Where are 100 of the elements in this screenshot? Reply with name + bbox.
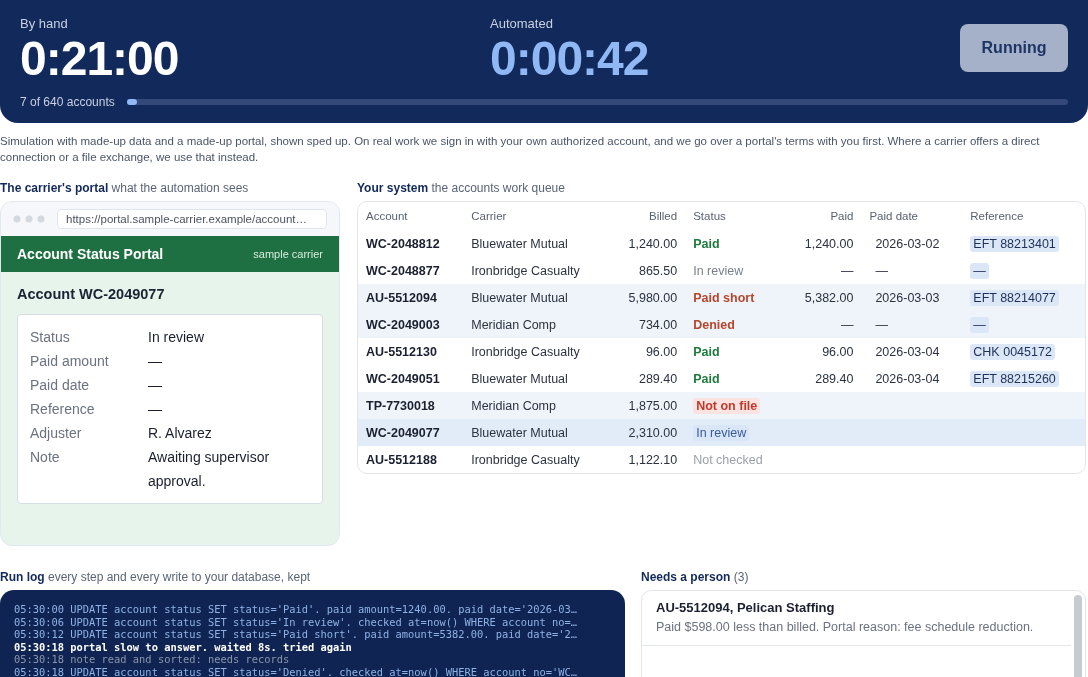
log-line: 05:30:12 UPDATE account status SET status='Paid short'. paid amount=5382.00. paid date='2… xyxy=(14,628,578,641)
field-value: Awaiting supervisor approval. xyxy=(148,448,271,491)
table-cell: 865.50 xyxy=(609,257,686,284)
reference-tag: — xyxy=(970,316,989,333)
progress-label: 7 of 640 accounts xyxy=(20,95,115,109)
status-text: Paid xyxy=(693,236,720,251)
table-cell: Ironbridge Casualty xyxy=(463,446,610,473)
table-row[interactable]: WC-2049077 Bluewater Mutual 2,310.00 In review xyxy=(358,419,1085,446)
table-row[interactable]: WC-2049051 Bluewater Mutual 289.40 Paid 289.40 2026-03-04 EFT 88215260 xyxy=(358,365,1085,392)
table-cell: — xyxy=(840,317,854,332)
table-row[interactable]: AU-5512188 Ironbridge Casualty 1,122.10 Not checked xyxy=(358,446,1085,473)
column-header: Billed xyxy=(648,209,679,224)
field-label: Paid amount xyxy=(30,352,110,371)
status-text: Paid xyxy=(693,371,720,386)
portal-title: Account Status Portal xyxy=(17,246,164,262)
table-cell: — xyxy=(840,263,854,278)
running-button[interactable]: Running xyxy=(960,24,1068,72)
table-cell: WC-2048877 xyxy=(358,257,464,284)
section-subtitle: every step and every write to your database, kept xyxy=(48,570,311,584)
column-header: Carrier xyxy=(470,209,508,224)
status-text: Paid short xyxy=(693,290,755,305)
log-line: 05:30:18 note read and sorted: needs records xyxy=(14,653,291,666)
timer-label: Automated xyxy=(490,16,554,31)
table-cell: 5,980.00 xyxy=(609,284,686,311)
field-label: Reference xyxy=(30,400,96,419)
field-value: — xyxy=(148,376,162,395)
field-value: — xyxy=(148,400,162,419)
account-heading: Account WC-2049077 xyxy=(17,286,166,302)
field-value: In review xyxy=(148,328,205,347)
table-cell-text: Bluewater Mutual xyxy=(470,235,569,253)
table-cell: 289.40 xyxy=(815,371,854,386)
status-text: Paid xyxy=(693,344,720,359)
table-cell: 289.40 xyxy=(609,365,686,392)
notice-text: Simulation with made-up data and a made-up portal, shown sped up. On real work we sign in with your own authorized account, and we go over a portal's terms with you first. Where a carrier offers a direct connection or a file exchange, we use that instead. xyxy=(0,134,1041,165)
table-row[interactable]: AU-5512094 Bluewater Mutual 5,980.00 Paid short 5,382.00 2026-03-03 EFT 88214077 xyxy=(358,284,1085,311)
table-cell: Bluewater Mutual xyxy=(463,419,610,446)
timer-label: By hand xyxy=(20,16,69,31)
reference-tag: CHK 0045172 xyxy=(970,343,1055,360)
table-cell: 734.00 xyxy=(609,311,686,338)
reference-tag: EFT 88215260 xyxy=(970,370,1059,387)
item-title: AU-5512094, Pelican Staffing xyxy=(656,600,836,615)
table-row[interactable]: AU-5512130 Ironbridge Casualty 96.00 Paid 96.00 2026-03-04 CHK 0045172 xyxy=(358,338,1085,365)
table-cell: 1,122.10 xyxy=(609,446,686,473)
field-label: Note xyxy=(30,448,61,467)
log-line: 05:30:00 UPDATE account status SET status='Paid'. paid amount=1240.00. paid date='2026-03… xyxy=(14,603,578,616)
log-line: 05:30:06 UPDATE account status SET status='In review'. checked at=now() WHERE account no=… xyxy=(14,615,578,629)
reference-tag: EFT 88213401 xyxy=(970,235,1059,252)
table-cell: Meridian Comp xyxy=(463,392,610,419)
table-row[interactable]: WC-2048877 Ironbridge Casualty 865.50 In review — — — xyxy=(358,257,1085,284)
column-header: Account xyxy=(365,209,409,224)
table-cell: Bluewater Mutual xyxy=(463,284,610,311)
table-cell-text: WC-2048812 xyxy=(365,235,441,253)
table-cell: 96.00 xyxy=(609,338,686,365)
table-row[interactable]: WC-2049003 Meridian Comp 734.00 Denied — — — xyxy=(358,311,1085,338)
column-header: Reference xyxy=(969,209,1025,224)
table-cell: 96.00 xyxy=(822,344,854,359)
log-line: 05:30:18 portal slow to answer. waited 8s. tried again xyxy=(14,640,353,654)
table-cell: 2026-03-04 xyxy=(875,344,940,359)
table-cell-text: 1,240.00 xyxy=(627,235,679,253)
reference-tag: EFT 88214077 xyxy=(970,289,1059,306)
table-cell: — xyxy=(875,317,888,332)
section-title: The carrier's portal xyxy=(0,181,109,195)
address-bar[interactable]: https://portal.sample-carrier.example/account… xyxy=(57,209,327,229)
table-cell: — xyxy=(875,263,888,278)
field-label: Status xyxy=(30,328,71,347)
status-text: In review xyxy=(693,263,744,278)
table-cell: 2,310.00 xyxy=(609,419,686,446)
timer-value: 0:00:42 xyxy=(490,31,650,87)
table-cell: 1,240.00 xyxy=(804,236,854,251)
table-cell: TP-7730018 xyxy=(358,392,464,419)
status-text: Denied xyxy=(693,317,735,332)
status-text: In review xyxy=(693,424,750,441)
table-cell: Bluewater Mutual xyxy=(463,365,610,392)
reference-tag: — xyxy=(970,262,989,279)
column-header: Status xyxy=(692,209,727,224)
section-title: Run log xyxy=(0,570,45,584)
table-cell: AU-5512130 xyxy=(358,338,464,365)
table-cell: AU-5512188 xyxy=(358,446,464,473)
column-header: Paid xyxy=(829,209,855,224)
table-cell: WC-2049077 xyxy=(358,419,464,446)
table-cell: WC-2049051 xyxy=(358,365,464,392)
table-cell: WC-2049003 xyxy=(358,311,464,338)
field-value: — xyxy=(148,352,162,371)
timer-value: 0:21:00 xyxy=(20,31,180,87)
table-cell: AU-5512094 xyxy=(358,284,464,311)
section-title: Your system xyxy=(357,181,429,195)
field-label: Adjuster xyxy=(30,424,83,443)
section-title: Needs a person xyxy=(641,570,731,584)
status-text: Not on file xyxy=(693,397,761,414)
table-row[interactable]: WC-2048812 Bluewater Mutual 1,240.00 Paid 1,240.00 2026-03-02 EFT 88213401 xyxy=(358,230,1085,257)
window-dots-icon xyxy=(13,215,47,223)
table-cell: 2026-03-04 xyxy=(875,371,940,386)
portal-tag: sample carrier xyxy=(253,248,323,260)
table-cell: 2026-03-03 xyxy=(875,290,940,305)
table-row[interactable]: TP-7730018 Meridian Comp 1,875.00 Not on file xyxy=(358,392,1085,419)
table-cell: 2026-03-02 xyxy=(875,236,940,251)
field-value: R. Alvarez xyxy=(148,424,212,443)
section-subtitle: what the automation sees xyxy=(111,181,249,195)
table-cell: 1,875.00 xyxy=(609,392,686,419)
table-cell: Ironbridge Casualty xyxy=(463,257,610,284)
